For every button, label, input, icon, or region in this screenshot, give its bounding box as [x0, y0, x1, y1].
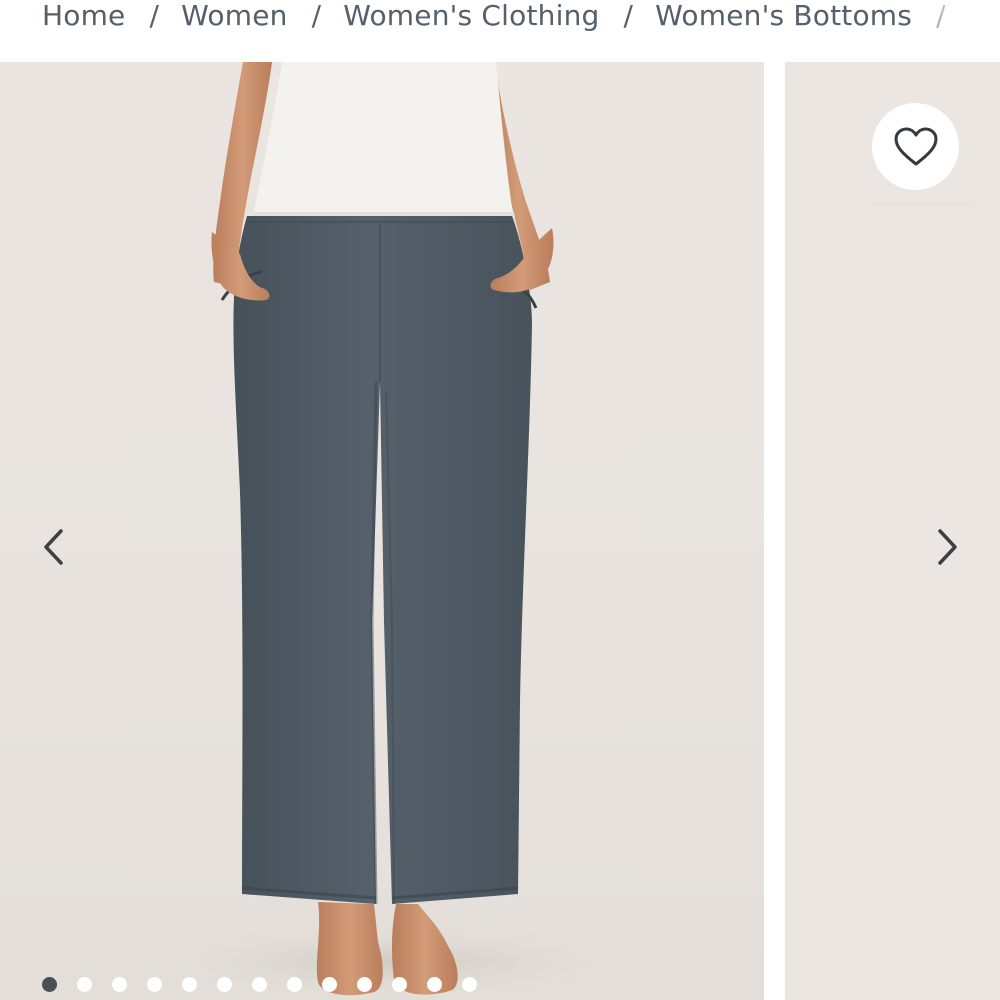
carousel-dot[interactable]: [462, 976, 477, 992]
product-photo: [130, 62, 650, 1000]
breadcrumb-separator: /: [149, 0, 160, 32]
breadcrumb-womens-clothing[interactable]: Women's Clothing: [343, 0, 599, 32]
next-image-button[interactable]: [926, 517, 970, 577]
wishlist-button[interactable]: [872, 103, 959, 190]
carousel-dot[interactable]: [392, 976, 407, 992]
carousel-dot[interactable]: [112, 976, 127, 992]
carousel-pagination: [42, 976, 477, 992]
carousel-dot[interactable]: [182, 976, 197, 992]
carousel-dot[interactable]: [322, 976, 337, 992]
carousel-dot[interactable]: [217, 976, 232, 992]
background-detail: [873, 204, 973, 205]
carousel-dot[interactable]: [147, 976, 162, 992]
product-page: Home / Women / Women's Clothing / Women's Bott…: [0, 0, 1000, 1000]
breadcrumb-womens-bottoms[interactable]: Women's Bottoms: [655, 0, 912, 32]
carousel-dot[interactable]: [357, 976, 372, 992]
chevron-right-icon: [938, 529, 957, 565]
breadcrumb-home[interactable]: Home: [42, 0, 126, 32]
chevron-left-icon: [44, 529, 63, 565]
breadcrumb-women[interactable]: Women: [181, 0, 287, 32]
product-image-main[interactable]: [0, 62, 764, 1000]
carousel-dot[interactable]: [77, 976, 92, 992]
carousel-dot[interactable]: [427, 976, 442, 992]
breadcrumb: Home / Women / Women's Clothing / Women's Bott…: [42, 0, 962, 38]
previous-image-button[interactable]: [31, 517, 75, 577]
breadcrumb-fade: [914, 0, 962, 38]
carousel-dot[interactable]: [252, 976, 267, 992]
breadcrumb-separator: /: [311, 0, 322, 32]
breadcrumb-separator: /: [623, 0, 634, 32]
carousel-dot[interactable]: [42, 976, 57, 992]
heart-icon: [894, 127, 937, 165]
product-image-gallery[interactable]: [0, 62, 1000, 1000]
carousel-dot[interactable]: [287, 976, 302, 992]
